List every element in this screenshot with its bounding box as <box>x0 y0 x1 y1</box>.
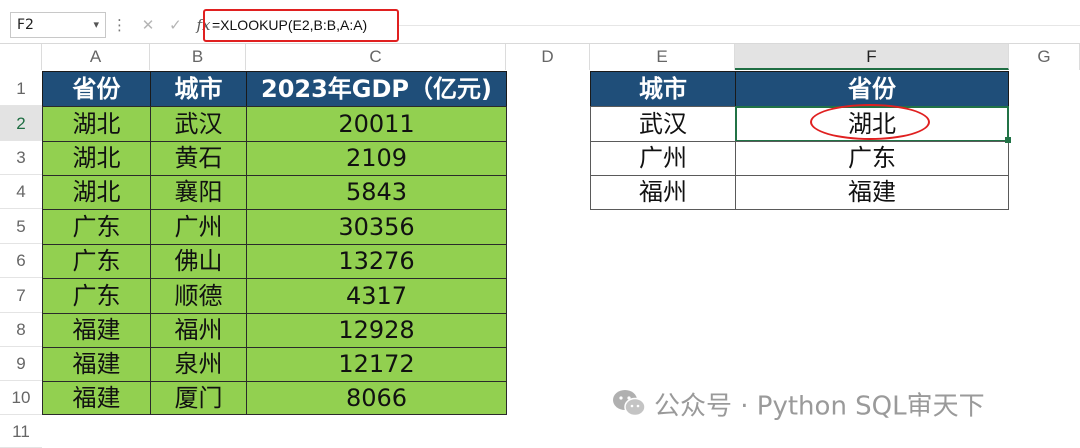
row-header-8[interactable]: 8 <box>0 313 42 347</box>
formula-bar: F2 ▾ ⋮ ✕ ✓ fx =XLOOKUP(E2,B:B,A:A) <box>0 0 1080 42</box>
row-header-11[interactable]: 11 <box>0 415 42 448</box>
table1-cell[interactable]: 广东 <box>42 209 151 245</box>
more-options-icon[interactable]: ⋮ <box>112 12 127 38</box>
table1-cell[interactable]: 福州 <box>150 313 247 348</box>
highlight-oval <box>810 104 930 140</box>
wechat-icon <box>612 388 646 426</box>
table2-header-province[interactable]: 省份 <box>735 71 1009 107</box>
table1-header-gdp[interactable]: 2023年GDP（亿元) <box>246 71 507 107</box>
table1-cell[interactable]: 福建 <box>42 347 151 382</box>
row-header-10[interactable]: 10 <box>0 381 42 415</box>
table1-cell[interactable]: 2109 <box>246 141 507 176</box>
row-header-5[interactable]: 5 <box>0 209 42 244</box>
column-header-e[interactable]: E <box>590 44 735 70</box>
select-all-corner[interactable] <box>0 44 42 70</box>
table1-cell[interactable]: 20011 <box>246 106 507 142</box>
name-box-value: F2 <box>17 17 34 33</box>
column-header-b[interactable]: B <box>150 44 246 70</box>
table1-header-city[interactable]: 城市 <box>150 71 247 107</box>
watermark: 公众号 · Python SQL审天下 <box>612 388 985 422</box>
row-header-2[interactable]: 2 <box>0 106 42 141</box>
table2-cell[interactable]: 广东 <box>735 141 1009 176</box>
table2-cell[interactable]: 福州 <box>590 175 736 210</box>
formula-input[interactable]: =XLOOKUP(E2,B:B,A:A) <box>203 9 399 42</box>
row-header-4[interactable]: 4 <box>0 175 42 209</box>
table1-cell[interactable]: 广州 <box>150 209 247 245</box>
column-header-f[interactable]: F <box>735 44 1009 70</box>
row-header-3[interactable]: 3 <box>0 141 42 175</box>
table1-cell[interactable]: 泉州 <box>150 347 247 382</box>
table1-cell[interactable]: 4317 <box>246 278 507 314</box>
column-header-g[interactable]: G <box>1009 44 1080 70</box>
column-header-a[interactable]: A <box>42 44 150 70</box>
table1-cell[interactable]: 福建 <box>42 381 151 415</box>
table1-cell[interactable]: 黄石 <box>150 141 247 176</box>
table1-cell[interactable]: 湖北 <box>42 106 151 142</box>
row-header-9[interactable]: 9 <box>0 347 42 381</box>
row-header-1[interactable]: 1 <box>0 71 42 106</box>
table1-cell[interactable]: 8066 <box>246 381 507 415</box>
fill-handle[interactable] <box>1005 137 1011 143</box>
watermark-text: 公众号 · Python SQL审天下 <box>654 391 985 422</box>
table1-cell[interactable]: 佛山 <box>150 244 247 279</box>
table2-header-city[interactable]: 城市 <box>590 71 736 107</box>
table1-cell[interactable]: 福建 <box>42 313 151 348</box>
row-header-7[interactable]: 7 <box>0 278 42 313</box>
table1-cell[interactable]: 13276 <box>246 244 507 279</box>
formula-bar-divider <box>399 25 1080 26</box>
table1-cell[interactable]: 广东 <box>42 244 151 279</box>
table1-cell[interactable]: 湖北 <box>42 141 151 176</box>
table1-cell[interactable]: 5843 <box>246 175 507 210</box>
column-header-d[interactable]: D <box>506 44 590 70</box>
table2-cell[interactable]: 广州 <box>590 141 736 176</box>
table1-cell[interactable]: 顺德 <box>150 278 247 314</box>
table1-cell[interactable]: 12928 <box>246 313 507 348</box>
column-header-c[interactable]: C <box>246 44 506 70</box>
table1-cell[interactable]: 襄阳 <box>150 175 247 210</box>
name-box[interactable]: F2 ▾ <box>10 12 106 38</box>
cancel-icon[interactable]: ✕ <box>142 12 155 38</box>
table1-cell[interactable]: 湖北 <box>42 175 151 210</box>
table1-header-province[interactable]: 省份 <box>42 71 151 107</box>
formula-text: =XLOOKUP(E2,B:B,A:A) <box>212 17 368 33</box>
table1-cell[interactable]: 12172 <box>246 347 507 382</box>
table1-cell[interactable]: 广东 <box>42 278 151 314</box>
table1-cell[interactable]: 厦门 <box>150 381 247 415</box>
chevron-down-icon[interactable]: ▾ <box>93 13 99 37</box>
table2-cell[interactable]: 武汉 <box>590 106 736 142</box>
table1-cell[interactable]: 30356 <box>246 209 507 245</box>
row-header-6[interactable]: 6 <box>0 244 42 278</box>
table2-cell[interactable]: 福建 <box>735 175 1009 210</box>
table1-cell[interactable]: 武汉 <box>150 106 247 142</box>
enter-icon[interactable]: ✓ <box>169 12 182 38</box>
